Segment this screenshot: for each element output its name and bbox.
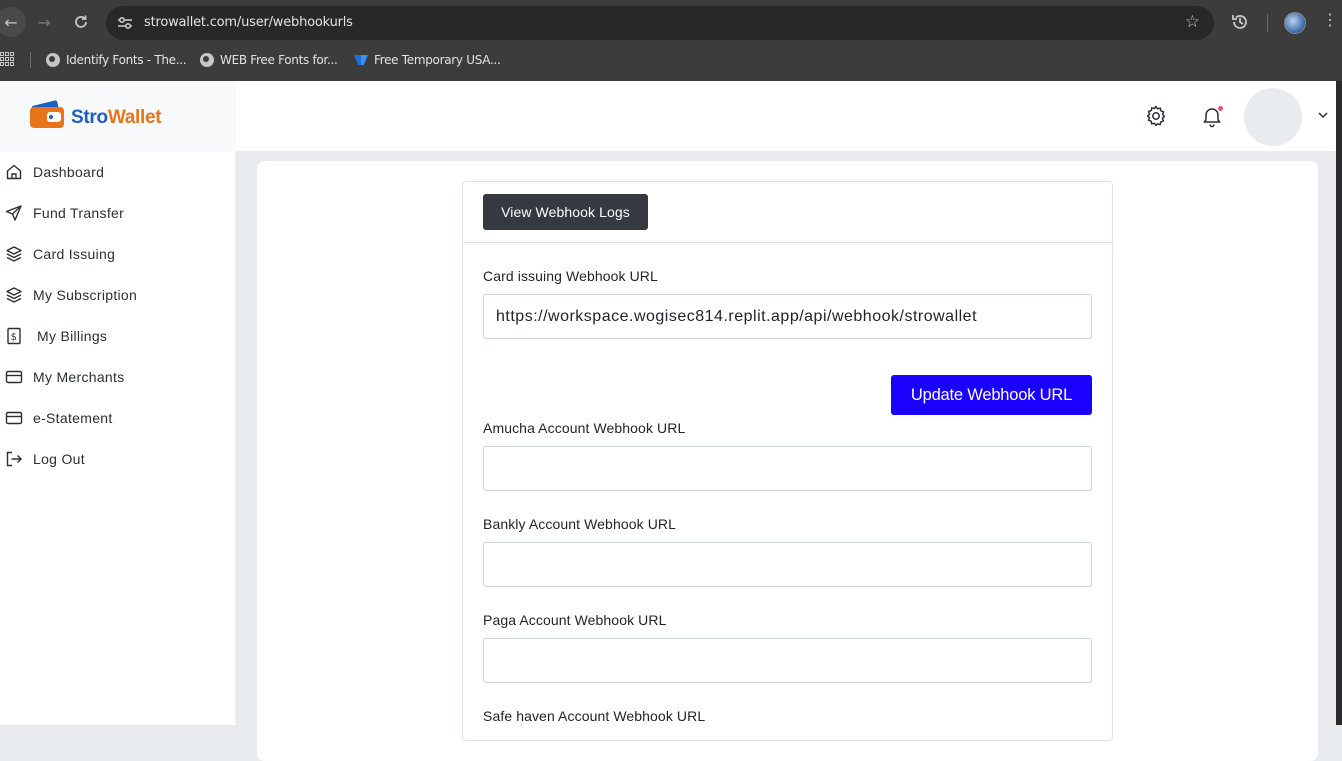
- wallet-icon: [30, 100, 64, 128]
- back-button[interactable]: ←: [0, 7, 26, 37]
- bookmark-label: Identify Fonts - The...: [66, 53, 187, 67]
- sidebar-item-my-subscription[interactable]: My Subscription: [0, 280, 236, 310]
- bookmark-item[interactable]: Identify Fonts - The...: [46, 51, 187, 69]
- bookmarks-bar: Identify Fonts - The... WEB Free Fonts f…: [0, 47, 1342, 73]
- card-issuing-webhook-label: Card issuing Webhook URL: [483, 268, 658, 284]
- amucha-webhook-label: Amucha Account Webhook URL: [483, 420, 686, 436]
- profile-avatar[interactable]: [1284, 12, 1306, 34]
- notification-dot: [1218, 106, 1223, 111]
- history-icon[interactable]: [1230, 12, 1250, 32]
- bankly-webhook-label: Bankly Account Webhook URL: [483, 516, 677, 532]
- menu-icon[interactable]: ⋮: [1322, 10, 1338, 30]
- card-icon: [5, 411, 23, 425]
- sidebar-item-label: My Merchants: [33, 369, 125, 385]
- safe-haven-webhook-label: Safe haven Account Webhook URL: [483, 708, 706, 724]
- sidebar-item-my-merchants[interactable]: My Merchants: [0, 362, 236, 392]
- layers-icon: [6, 246, 22, 262]
- globe-icon: [46, 53, 60, 67]
- reload-button[interactable]: [67, 8, 95, 36]
- bookmark-label: Free Temporary USA...: [374, 53, 501, 67]
- update-webhook-url-button[interactable]: Update Webhook URL: [891, 375, 1092, 415]
- bookmarks-divider: [30, 52, 31, 68]
- card-issuing-webhook-input[interactable]: [483, 294, 1092, 339]
- bookmark-label: WEB Free Fonts for...: [220, 53, 338, 67]
- bookmark-star-icon[interactable]: ☆: [1185, 12, 1200, 32]
- settings-button[interactable]: [1144, 104, 1168, 128]
- sidebar-item-label: My Subscription: [33, 287, 138, 303]
- browser-chrome: ← → strowallet.com/user/webhookurls ☆ ⋮ …: [0, 0, 1342, 81]
- url-text: strowallet.com/user/webhookurls: [144, 15, 353, 30]
- sidebar: Dashboard Fund Transfer Card Issuing My …: [0, 151, 236, 725]
- sidebar-item-dashboard[interactable]: Dashboard: [0, 157, 236, 187]
- chevron-down-icon[interactable]: [1317, 109, 1329, 121]
- sidebar-item-label: My Billings: [37, 328, 108, 344]
- layers-icon: [6, 287, 22, 303]
- sidebar-item-label: Fund Transfer: [33, 205, 125, 221]
- card-icon: [5, 370, 23, 384]
- site-info-icon[interactable]: [116, 14, 134, 32]
- sidebar-item-label: Card Issuing: [33, 246, 116, 262]
- address-bar[interactable]: strowallet.com/user/webhookurls ☆: [106, 6, 1214, 40]
- sidebar-item-label: Log Out: [33, 451, 85, 467]
- top-navbar: StroWallet: [0, 81, 1336, 151]
- globe-icon: [200, 53, 214, 67]
- sidebar-item-log-out[interactable]: Log Out: [0, 444, 236, 474]
- bankly-webhook-input[interactable]: [483, 542, 1092, 587]
- brand-logo[interactable]: StroWallet: [0, 81, 236, 151]
- view-webhook-logs-button[interactable]: View Webhook Logs: [483, 194, 648, 230]
- flag-icon: [354, 55, 368, 65]
- logout-icon: [6, 451, 22, 467]
- notifications-button[interactable]: [1200, 104, 1224, 128]
- send-icon: [5, 205, 22, 221]
- apps-icon[interactable]: [0, 52, 14, 66]
- amucha-webhook-input[interactable]: [483, 446, 1092, 491]
- bookmark-item[interactable]: WEB Free Fonts for...: [200, 51, 338, 69]
- gear-icon: [1146, 105, 1166, 127]
- card-header: View Webhook Logs: [463, 182, 1112, 243]
- dollar-icon: $: [7, 327, 21, 345]
- paga-webhook-input[interactable]: [483, 638, 1092, 683]
- user-avatar[interactable]: [1244, 88, 1302, 146]
- reload-icon: [75, 15, 87, 28]
- forward-button[interactable]: →: [30, 8, 58, 36]
- window-edge: [1336, 81, 1342, 725]
- sidebar-item-fund-transfer[interactable]: Fund Transfer: [0, 198, 236, 228]
- sidebar-item-label: e-Statement: [33, 410, 113, 426]
- sidebar-item-label: Dashboard: [33, 164, 105, 180]
- webhook-form-card: View Webhook Logs Card issuing Webhook U…: [462, 181, 1113, 741]
- bookmark-item[interactable]: Free Temporary USA...: [354, 51, 501, 69]
- brand-name: StroWallet: [71, 107, 162, 128]
- app: StroWallet Dashboard Fund Transfer Card …: [0, 81, 1342, 761]
- paga-webhook-label: Paga Account Webhook URL: [483, 612, 667, 628]
- toolbar-divider: [1267, 14, 1268, 32]
- sidebar-item-card-issuing[interactable]: Card Issuing: [0, 239, 236, 269]
- svg-text:$: $: [11, 332, 18, 343]
- sidebar-item-my-billings[interactable]: $ My Billings: [0, 321, 236, 351]
- home-icon: [6, 164, 22, 180]
- sidebar-item-e-statement[interactable]: e-Statement: [0, 403, 236, 433]
